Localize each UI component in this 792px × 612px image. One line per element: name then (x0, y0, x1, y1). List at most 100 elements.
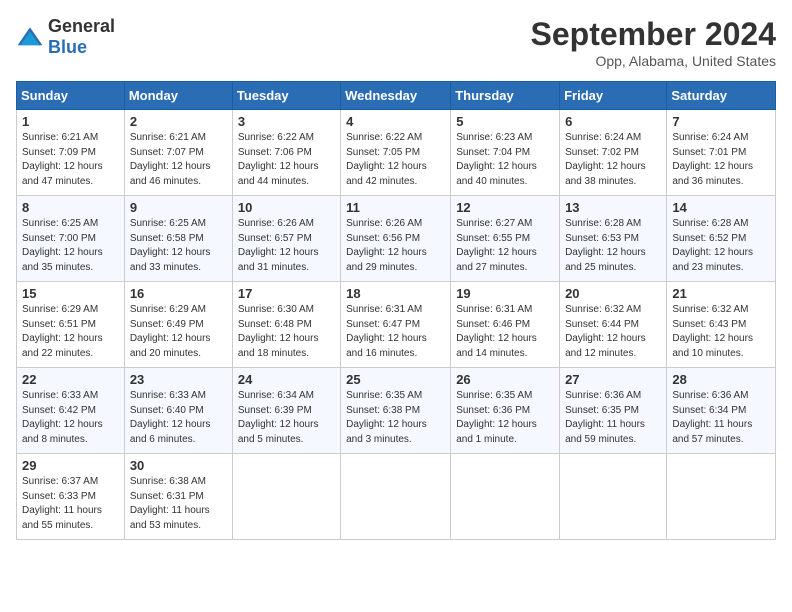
col-header-sunday: Sunday (17, 82, 125, 110)
calendar-cell: 26Sunrise: 6:35 AM Sunset: 6:36 PM Dayli… (451, 368, 560, 454)
calendar-cell: 15 Sunrise: 6:29 AM Sunset: 6:51 PM Dayli… (17, 282, 125, 368)
day-info: Sunrise: 6:30 AM Sunset: 6:48 PM Dayligh… (238, 303, 335, 361)
day-number: 9 (130, 200, 227, 215)
day-number: 2 (130, 114, 227, 129)
day-info: Sunrise: 6:22 AM Sunset: 7:05 PM Dayligh… (346, 131, 445, 189)
col-header-friday: Friday (560, 82, 667, 110)
day-number: 16 (130, 286, 227, 301)
day-number: 27 (565, 372, 661, 387)
day-number: 6 (565, 114, 661, 129)
day-number: 18 (346, 286, 445, 301)
day-info: Sunrise: 6:23 AM Sunset: 7:04 PM Dayligh… (456, 131, 554, 189)
calendar-week-5: 29 Sunrise: 6:37 AM Sunset: 6:33 PM Dayli… (17, 454, 776, 540)
page-header: General Blue September 2024 Opp, Alabama… (16, 16, 776, 69)
calendar-table: SundayMondayTuesdayWednesdayThursdayFrid… (16, 81, 776, 540)
day-info: Sunrise: 6:22 AM Sunset: 7:06 PM Dayligh… (238, 131, 335, 189)
logo-icon (16, 26, 44, 48)
calendar-cell: 1 Sunrise: 6:21 AM Sunset: 7:09 PM Daylig… (17, 110, 125, 196)
calendar-cell: 24 Sunrise: 6:34 AM Sunset: 6:39 PM Dayli… (232, 368, 340, 454)
day-number: 19 (456, 286, 554, 301)
day-info: Sunrise: 6:33 AM Sunset: 6:40 PM Dayligh… (130, 389, 227, 447)
calendar-cell (341, 454, 451, 540)
day-info: Sunrise: 6:38 AM Sunset: 6:31 PM Dayligh… (130, 475, 227, 533)
calendar-week-4: 22 Sunrise: 6:33 AM Sunset: 6:42 PM Dayli… (17, 368, 776, 454)
calendar-cell: 5 Sunrise: 6:23 AM Sunset: 7:04 PM Daylig… (451, 110, 560, 196)
day-number: 11 (346, 200, 445, 215)
day-number: 8 (22, 200, 119, 215)
day-info: Sunrise: 6:35 AM Sunset: 6:38 PM Dayligh… (346, 389, 445, 447)
calendar-cell: 25 Sunrise: 6:35 AM Sunset: 6:38 PM Dayli… (341, 368, 451, 454)
day-info: Sunrise: 6:34 AM Sunset: 6:39 PM Dayligh… (238, 389, 335, 447)
day-number: 1 (22, 114, 119, 129)
calendar-cell: 17 Sunrise: 6:30 AM Sunset: 6:48 PM Dayli… (232, 282, 340, 368)
logo-general: General (48, 16, 115, 36)
day-info: Sunrise: 6:25 AM Sunset: 7:00 PM Dayligh… (22, 217, 119, 275)
calendar-cell (232, 454, 340, 540)
day-number: 21 (672, 286, 770, 301)
day-info: Sunrise: 6:32 AM Sunset: 6:44 PM Dayligh… (565, 303, 661, 361)
day-number: 5 (456, 114, 554, 129)
day-info: Sunrise: 6:21 AM Sunset: 7:09 PM Dayligh… (22, 131, 119, 189)
calendar-cell: 28Sunrise: 6:36 AM Sunset: 6:34 PM Dayli… (667, 368, 776, 454)
calendar-cell: 6 Sunrise: 6:24 AM Sunset: 7:02 PM Daylig… (560, 110, 667, 196)
day-info: Sunrise: 6:25 AM Sunset: 6:58 PM Dayligh… (130, 217, 227, 275)
day-info: Sunrise: 6:37 AM Sunset: 6:33 PM Dayligh… (22, 475, 119, 533)
logo-blue: Blue (48, 37, 87, 57)
calendar-cell: 13 Sunrise: 6:28 AM Sunset: 6:53 PM Dayli… (560, 196, 667, 282)
day-info: Sunrise: 6:29 AM Sunset: 6:51 PM Dayligh… (22, 303, 119, 361)
day-number: 10 (238, 200, 335, 215)
day-number: 7 (672, 114, 770, 129)
calendar-body: 1 Sunrise: 6:21 AM Sunset: 7:09 PM Daylig… (17, 110, 776, 540)
day-number: 15 (22, 286, 119, 301)
day-number: 24 (238, 372, 335, 387)
day-info: Sunrise: 6:21 AM Sunset: 7:07 PM Dayligh… (130, 131, 227, 189)
day-info: Sunrise: 6:28 AM Sunset: 6:53 PM Dayligh… (565, 217, 661, 275)
day-number: 25 (346, 372, 445, 387)
col-header-thursday: Thursday (451, 82, 560, 110)
day-info: Sunrise: 6:31 AM Sunset: 6:47 PM Dayligh… (346, 303, 445, 361)
day-number: 13 (565, 200, 661, 215)
calendar-cell: 8 Sunrise: 6:25 AM Sunset: 7:00 PM Daylig… (17, 196, 125, 282)
calendar-cell: 29 Sunrise: 6:37 AM Sunset: 6:33 PM Dayli… (17, 454, 125, 540)
calendar-cell: 7Sunrise: 6:24 AM Sunset: 7:01 PM Daylig… (667, 110, 776, 196)
day-number: 20 (565, 286, 661, 301)
calendar-cell: 11Sunrise: 6:26 AM Sunset: 6:56 PM Dayli… (341, 196, 451, 282)
month-title: September 2024 (531, 16, 776, 53)
day-info: Sunrise: 6:32 AM Sunset: 6:43 PM Dayligh… (672, 303, 770, 361)
day-info: Sunrise: 6:24 AM Sunset: 7:02 PM Dayligh… (565, 131, 661, 189)
location-title: Opp, Alabama, United States (531, 53, 776, 69)
day-info: Sunrise: 6:36 AM Sunset: 6:35 PM Dayligh… (565, 389, 661, 447)
calendar-cell (667, 454, 776, 540)
title-block: September 2024 Opp, Alabama, United Stat… (531, 16, 776, 69)
day-number: 17 (238, 286, 335, 301)
calendar-cell: 21 Sunrise: 6:32 AM Sunset: 6:43 PM Dayli… (667, 282, 776, 368)
day-number: 22 (22, 372, 119, 387)
day-number: 30 (130, 458, 227, 473)
calendar-cell: 16 Sunrise: 6:29 AM Sunset: 6:49 PM Dayli… (124, 282, 232, 368)
calendar-cell (451, 454, 560, 540)
day-info: Sunrise: 6:29 AM Sunset: 6:49 PM Dayligh… (130, 303, 227, 361)
col-header-tuesday: Tuesday (232, 82, 340, 110)
calendar-cell: 20 Sunrise: 6:32 AM Sunset: 6:44 PM Dayli… (560, 282, 667, 368)
calendar-cell: 27 Sunrise: 6:36 AM Sunset: 6:35 PM Dayli… (560, 368, 667, 454)
calendar-cell (560, 454, 667, 540)
day-number: 28 (672, 372, 770, 387)
calendar-cell: 22 Sunrise: 6:33 AM Sunset: 6:42 PM Dayli… (17, 368, 125, 454)
calendar-cell: 12Sunrise: 6:27 AM Sunset: 6:55 PM Dayli… (451, 196, 560, 282)
day-info: Sunrise: 6:28 AM Sunset: 6:52 PM Dayligh… (672, 217, 770, 275)
day-info: Sunrise: 6:33 AM Sunset: 6:42 PM Dayligh… (22, 389, 119, 447)
day-number: 29 (22, 458, 119, 473)
col-header-wednesday: Wednesday (341, 82, 451, 110)
calendar-cell: 2 Sunrise: 6:21 AM Sunset: 7:07 PM Daylig… (124, 110, 232, 196)
day-number: 14 (672, 200, 770, 215)
calendar-cell: 14 Sunrise: 6:28 AM Sunset: 6:52 PM Dayli… (667, 196, 776, 282)
calendar-cell: 23 Sunrise: 6:33 AM Sunset: 6:40 PM Dayli… (124, 368, 232, 454)
day-number: 3 (238, 114, 335, 129)
day-number: 4 (346, 114, 445, 129)
logo: General Blue (16, 16, 115, 58)
day-number: 26 (456, 372, 554, 387)
calendar-week-3: 15 Sunrise: 6:29 AM Sunset: 6:51 PM Dayli… (17, 282, 776, 368)
calendar-cell: 19Sunrise: 6:31 AM Sunset: 6:46 PM Dayli… (451, 282, 560, 368)
col-header-monday: Monday (124, 82, 232, 110)
day-number: 23 (130, 372, 227, 387)
